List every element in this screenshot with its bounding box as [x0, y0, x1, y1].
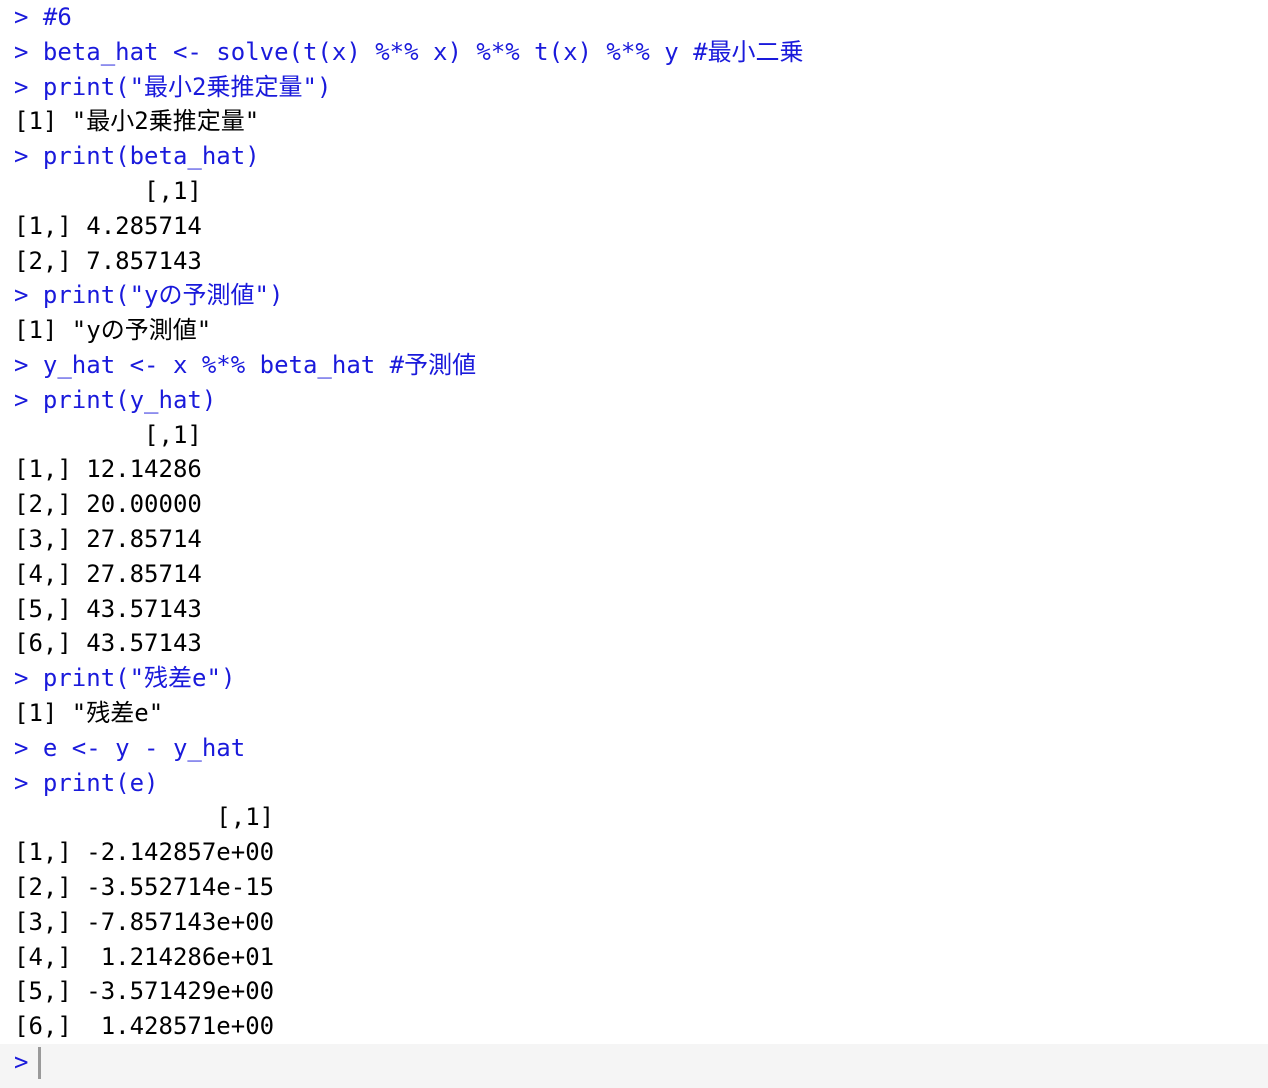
console-command-line: > #6	[14, 3, 72, 31]
console-output-line: [3,] 27.85714	[14, 524, 202, 553]
console-output-line: [2,] 20.00000	[14, 490, 202, 519]
console-output-line: [1] "yの予測値"	[14, 316, 212, 345]
console-output-line: [,1]	[14, 420, 202, 449]
console-output-line: [5,] 43.57143	[14, 594, 202, 623]
r-console: > #6 > beta_hat <- solve(t(x) %*% x) %*% …	[0, 0, 1268, 1088]
console-output-line: [1,] -2.142857e+00	[14, 838, 275, 867]
console-command-line: > print("最小2乗推定量")	[14, 72, 332, 101]
console-output-line: [2,] 7.857143	[14, 246, 202, 275]
console-prompt: >	[14, 1048, 29, 1076]
console-output-line: [4,] 27.85714	[14, 559, 202, 588]
console-output-line: [1] "最小2乗推定量"	[14, 107, 260, 136]
console-output-line: [5,] -3.571429e+00	[14, 977, 275, 1006]
console-command-line: > print(y_hat)	[14, 385, 217, 414]
console-command-line: > print("yの予測値")	[14, 281, 284, 310]
console-output-line: [2,] -3.552714e-15	[14, 872, 275, 901]
console-command-line: > y_hat <- x %*% beta_hat #予測値	[14, 350, 477, 379]
console-command-line: > beta_hat <- solve(t(x) %*% x) %*% t(x)…	[14, 37, 804, 66]
console-output-line: [4,] 1.214286e+01	[14, 942, 275, 971]
console-output-line: [1,] 4.285714	[14, 211, 202, 240]
console-output-line: [1,] 12.14286	[14, 455, 202, 484]
text-cursor	[38, 1047, 42, 1079]
console-output-line: [6,] 1.428571e+00	[14, 1012, 275, 1041]
console-output-line: [3,] -7.857143e+00	[14, 907, 275, 936]
console-output-line: [6,] 43.57143	[14, 629, 202, 658]
console-output-line: [,1]	[14, 803, 275, 832]
console-command-line: > print(e)	[14, 768, 159, 797]
console-output: > #6 > beta_hat <- solve(t(x) %*% x) %*% …	[14, 0, 1268, 1044]
console-output-line: [1] "残差e"	[14, 698, 164, 727]
console-command-line: > print(beta_hat)	[14, 142, 260, 171]
console-command-line: > print("残差e")	[14, 664, 236, 693]
console-input-line[interactable]: >	[0, 1044, 1268, 1088]
console-output-line: [,1]	[14, 176, 202, 205]
console-command-line: > e <- y - y_hat	[14, 733, 246, 762]
